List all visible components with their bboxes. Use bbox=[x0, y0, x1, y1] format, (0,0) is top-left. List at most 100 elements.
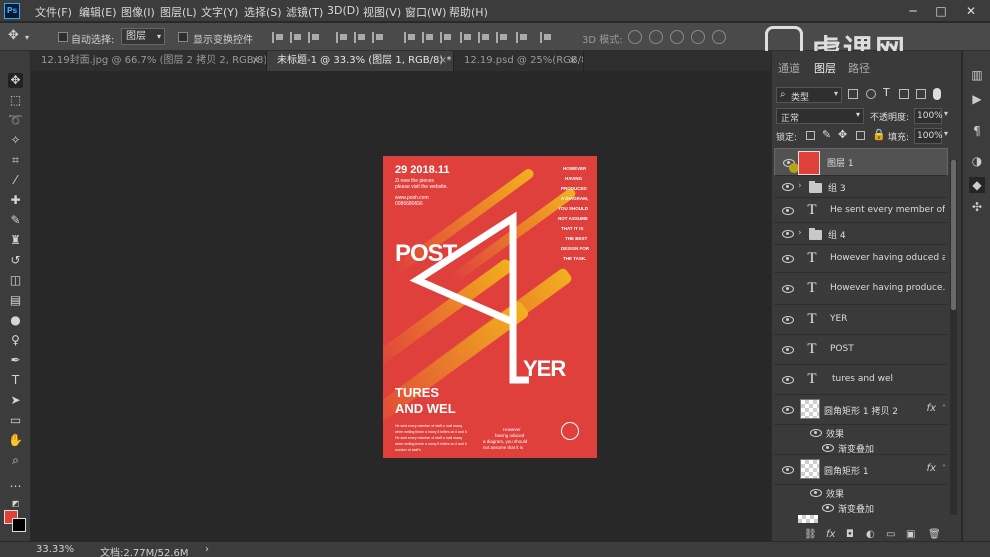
close-icon[interactable]: × bbox=[252, 51, 260, 71]
move-tool-icon[interactable]: ✥ bbox=[8, 28, 19, 43]
visibility-eye-icon[interactable] bbox=[822, 504, 834, 512]
play-icon[interactable]: ▶ bbox=[969, 91, 985, 107]
blur-tool-icon[interactable]: ● bbox=[8, 313, 23, 328]
link-layers-icon[interactable]: ⛓ bbox=[804, 529, 817, 540]
tab-paths[interactable]: 路径 bbox=[848, 60, 870, 76]
distribute-bottom-icon[interactable] bbox=[440, 32, 452, 43]
chevron-right-icon[interactable]: › bbox=[798, 181, 802, 191]
layer-row[interactable]: T tures and wel bbox=[774, 365, 948, 395]
distribute-left-icon[interactable] bbox=[460, 32, 472, 43]
lasso-tool-icon[interactable]: ➰ bbox=[8, 113, 23, 128]
distribute-top-icon[interactable] bbox=[404, 32, 416, 43]
marquee-tool-icon[interactable]: ⬚ bbox=[8, 93, 23, 108]
distribute-spacing-icon[interactable] bbox=[540, 32, 552, 43]
visibility-eye-icon[interactable] bbox=[782, 346, 794, 354]
layer-row[interactable]: › 组 3 bbox=[774, 176, 948, 198]
3d-slide-icon[interactable] bbox=[691, 30, 705, 44]
menu-help[interactable]: 帮助(H) bbox=[449, 4, 488, 20]
menu-edit[interactable]: 编辑(E) bbox=[79, 4, 117, 20]
move-tool-icon[interactable]: ✥ bbox=[8, 73, 23, 88]
visibility-eye-icon[interactable] bbox=[782, 183, 794, 191]
crop-tool-icon[interactable]: ⌗ bbox=[8, 153, 23, 168]
tab-channels[interactable]: 通道 bbox=[778, 60, 800, 76]
effect-row[interactable]: 渐变叠加 bbox=[774, 500, 948, 515]
tab-cover-jpg[interactable]: 12.19封面.jpg @ 66.7% (图层 2 拷贝 2, RGB/8) *… bbox=[31, 51, 267, 71]
blend-mode-dropdown[interactable]: 正常 ▾ bbox=[776, 108, 864, 124]
layer-row[interactable]: T However having produce... bbox=[774, 273, 948, 305]
healing-brush-icon[interactable]: ✚ bbox=[8, 193, 23, 208]
3d-pan-icon[interactable] bbox=[670, 30, 684, 44]
layer-row[interactable]: T YER bbox=[774, 305, 948, 335]
panel-scrollbar[interactable] bbox=[950, 160, 957, 515]
history-icon[interactable]: ▥ bbox=[969, 67, 985, 83]
filter-toggle-icon[interactable] bbox=[933, 88, 941, 100]
opacity-input[interactable]: 100% bbox=[914, 108, 943, 124]
visibility-eye-icon[interactable] bbox=[782, 207, 794, 215]
close-icon[interactable]: ✕ bbox=[960, 2, 982, 20]
filter-pixel-icon[interactable] bbox=[848, 89, 858, 99]
auto-select-dropdown[interactable]: 图层 ▾ bbox=[121, 28, 165, 45]
menu-layer[interactable]: 图层(L) bbox=[160, 4, 197, 20]
layer-row[interactable]: 图层 1 bbox=[774, 148, 948, 176]
align-left-icon[interactable] bbox=[336, 32, 348, 43]
filter-shape-icon[interactable] bbox=[899, 89, 909, 99]
pen-tool-icon[interactable]: ✒ bbox=[8, 353, 23, 368]
layer-row[interactable]: T He sent every member of... bbox=[774, 198, 948, 223]
auto-select-checkbox[interactable] bbox=[58, 32, 68, 42]
menu-3d[interactable]: 3D(D) bbox=[327, 4, 360, 17]
brush-tool-icon[interactable]: ✎ bbox=[8, 213, 23, 228]
visibility-eye-icon[interactable] bbox=[782, 406, 794, 414]
scrollbar-thumb[interactable] bbox=[951, 160, 956, 310]
menu-select[interactable]: 选择(S) bbox=[244, 4, 282, 20]
layer-row[interactable]: T POST bbox=[774, 335, 948, 365]
3d-icon[interactable]: ✣ bbox=[969, 199, 985, 215]
3d-orbit-icon[interactable] bbox=[628, 30, 642, 44]
tab-psd[interactable]: 12.19.psd @ 25%(RGB/8) *× bbox=[454, 51, 584, 71]
distribute-hcenter-icon[interactable] bbox=[478, 32, 490, 43]
visibility-eye-icon[interactable] bbox=[782, 255, 794, 263]
layer-row[interactable]: T However having oduced a... bbox=[774, 245, 948, 273]
lock-pixels-icon[interactable]: ✎ bbox=[822, 128, 831, 141]
visibility-eye-icon[interactable] bbox=[782, 230, 794, 238]
visibility-eye-icon[interactable] bbox=[782, 466, 794, 474]
visibility-eye-icon[interactable] bbox=[810, 429, 822, 437]
filter-type-icon[interactable]: T bbox=[883, 86, 890, 99]
delete-layer-icon[interactable]: 🗑 bbox=[928, 529, 941, 540]
effects-row[interactable]: 效果 bbox=[774, 485, 948, 500]
eraser-tool-icon[interactable]: ◫ bbox=[8, 273, 23, 288]
zoom-level[interactable]: 33.33% bbox=[36, 544, 74, 555]
layer-row[interactable]: › 组 4 bbox=[774, 223, 948, 245]
history-brush-icon[interactable]: ↺ bbox=[8, 253, 23, 268]
3d-scale-icon[interactable] bbox=[712, 30, 726, 44]
shape-tool-icon[interactable]: ▭ bbox=[8, 413, 23, 428]
distribute-right-icon[interactable] bbox=[496, 32, 508, 43]
tab-untitled-1[interactable]: 未标题-1 @ 33.3% (图层 1, RGB/8) * × bbox=[267, 51, 454, 71]
lock-artboard-icon[interactable] bbox=[856, 131, 865, 140]
paragraph-icon[interactable]: ¶ bbox=[969, 123, 985, 139]
visibility-eye-icon[interactable] bbox=[782, 285, 794, 293]
fx-icon[interactable]: fx bbox=[927, 463, 936, 474]
adjustment-layer-icon[interactable]: ◐ bbox=[866, 529, 875, 540]
visibility-eye-icon[interactable] bbox=[810, 489, 822, 497]
new-layer-icon[interactable]: ▣ bbox=[906, 529, 915, 540]
stamp-tool-icon[interactable]: ♜ bbox=[8, 233, 23, 248]
menu-type[interactable]: 文字(Y) bbox=[201, 4, 238, 20]
tab-layers[interactable]: 图层 bbox=[814, 60, 836, 76]
filter-adjust-icon[interactable] bbox=[866, 89, 876, 99]
lock-all-icon[interactable]: 🔒 bbox=[872, 128, 886, 141]
add-mask-icon[interactable]: ◘ bbox=[846, 529, 854, 540]
maximize-icon[interactable]: □ bbox=[930, 2, 952, 20]
3d-roll-icon[interactable] bbox=[649, 30, 663, 44]
visibility-eye-icon[interactable] bbox=[782, 376, 794, 384]
close-icon[interactable]: × bbox=[439, 51, 447, 71]
menu-view[interactable]: 视图(V) bbox=[363, 4, 401, 20]
chevron-right-icon[interactable]: › bbox=[798, 228, 802, 238]
fx-icon[interactable]: fx bbox=[927, 403, 936, 414]
align-bottom-icon[interactable] bbox=[308, 32, 320, 43]
layer-row[interactable]: 圆角矩形 1 fx ˄ bbox=[774, 455, 948, 485]
chevron-down-icon[interactable]: ▾ bbox=[25, 33, 29, 42]
menu-window[interactable]: 窗口(W) bbox=[405, 4, 446, 20]
chevron-down-icon[interactable]: ▾ bbox=[944, 109, 948, 118]
visibility-eye-icon[interactable] bbox=[782, 316, 794, 324]
lock-transparent-icon[interactable] bbox=[806, 131, 815, 140]
